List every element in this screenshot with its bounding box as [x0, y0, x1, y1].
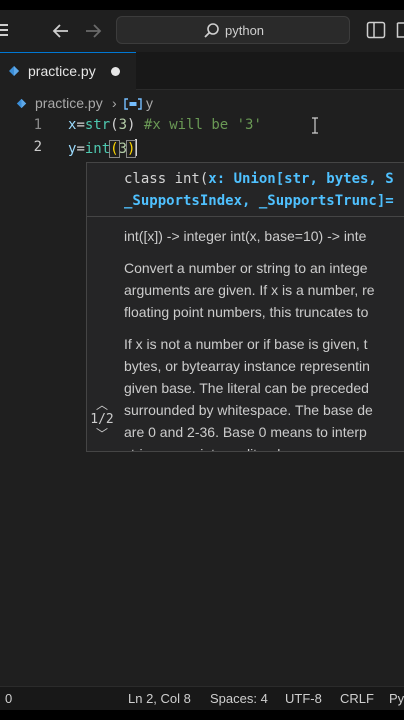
doc-line: int([x]) -> integer int(x, base=10) -> i… — [124, 228, 367, 244]
token-operator: = — [76, 141, 85, 157]
chevron-down-icon[interactable]: ﹀ — [89, 427, 115, 441]
toggle-primary-sidebar-icon[interactable] — [366, 21, 386, 39]
breadcrumb-file[interactable]: practice.py — [35, 95, 103, 111]
code-line[interactable]: 1 x=str(3) #x will be '3' — [0, 115, 404, 137]
chevron-right-icon: › — [112, 95, 117, 111]
doc-line: given base. The literal can be preceded — [124, 380, 369, 396]
editor-area[interactable]: practice.py › y 1 x=str(3) #x will be '3… — [0, 90, 404, 686]
token-paren-match: ) — [125, 140, 137, 158]
divider — [87, 216, 404, 217]
breadcrumb-symbol[interactable]: y — [146, 95, 153, 111]
toggle-panel-icon[interactable] — [396, 21, 404, 39]
python-file-icon — [9, 66, 19, 76]
command-center-search[interactable]: python — [116, 16, 350, 44]
status-problems[interactable]: 0 — [5, 691, 12, 706]
line-number: 1 — [33, 117, 42, 133]
signature-pager: ︿ 1/2 ﹀ — [89, 398, 115, 441]
token-number: 3 — [118, 141, 128, 157]
editor-tab-bar: practice.py — [0, 52, 404, 90]
line-number: 2 — [33, 139, 42, 155]
signature-param-cont: _SupportsIndex, _SupportsTrunc]= — [124, 193, 394, 209]
unsaved-dot-icon[interactable] — [111, 67, 120, 76]
doc-line: string as an integer literal — [124, 443, 280, 451]
title-bar: python — [0, 10, 404, 52]
doc-line: bytes, or bytearray instance representin — [124, 358, 370, 374]
signature-prefix: class int( — [124, 171, 209, 187]
bottom-black-band — [0, 710, 404, 720]
doc-line: If x is not a number or if base is given… — [124, 336, 368, 352]
tab-filename: practice.py — [28, 63, 96, 79]
status-indentation[interactable]: Spaces: 4 — [210, 691, 268, 706]
chevron-up-icon[interactable]: ︿ — [89, 398, 115, 412]
doc-line: arguments are given. If x is a number, r… — [124, 282, 375, 298]
back-arrow-icon[interactable] — [50, 21, 72, 41]
token-paren: ( — [110, 117, 119, 133]
status-bar: 0 Ln 2, Col 8 Spaces: 4 UTF-8 CRLF Py — [0, 686, 404, 710]
status-cursor-position[interactable]: Ln 2, Col 8 — [128, 691, 191, 706]
signature-text: class int(x: Union[str, bytes, S _Suppor… — [124, 168, 394, 212]
status-line-ending[interactable]: CRLF — [340, 691, 374, 706]
token-paren-match: ( — [109, 140, 120, 158]
code-text[interactable]: x=str(3) #x will be '3' — [68, 117, 262, 133]
token-function: str — [84, 117, 111, 133]
token-operator: = — [76, 117, 85, 133]
token-number: 3 — [118, 117, 128, 133]
token-comment: #x will be '3' — [135, 117, 262, 133]
doc-line: surrounded by whitespace. The base de — [124, 402, 373, 418]
python-file-icon — [16, 98, 27, 109]
mouse-ibeam-cursor-icon — [312, 117, 318, 134]
top-black-band — [0, 0, 404, 10]
search-text: python — [225, 23, 265, 38]
text-caret — [135, 139, 138, 156]
tab-practice-py[interactable]: practice.py — [0, 52, 136, 90]
breadcrumb: practice.py › y — [0, 90, 404, 116]
code-line[interactable]: 2 y=int(3) — [0, 137, 404, 159]
doc-line: are 0 and 2-36. Base 0 means to interp — [124, 424, 367, 440]
forward-arrow-icon[interactable] — [82, 21, 104, 41]
code-text[interactable]: y=int(3) — [68, 139, 138, 158]
status-encoding[interactable]: UTF-8 — [285, 691, 322, 706]
doc-line: floating point numbers, this truncates t… — [124, 304, 369, 320]
menu-icon[interactable] — [0, 24, 8, 26]
search-icon — [204, 23, 219, 38]
status-language-mode[interactable]: Py — [389, 691, 404, 706]
pager-text: 1/2 — [90, 412, 114, 427]
signature-param: x: Union[str, bytes, S — [208, 171, 394, 187]
doc-line: Convert a number or string to an intege — [124, 260, 368, 276]
token-function: int — [84, 141, 111, 157]
signature-help-popup[interactable]: class int(x: Union[str, bytes, S _Suppor… — [86, 162, 404, 452]
variable-icon — [124, 98, 142, 110]
